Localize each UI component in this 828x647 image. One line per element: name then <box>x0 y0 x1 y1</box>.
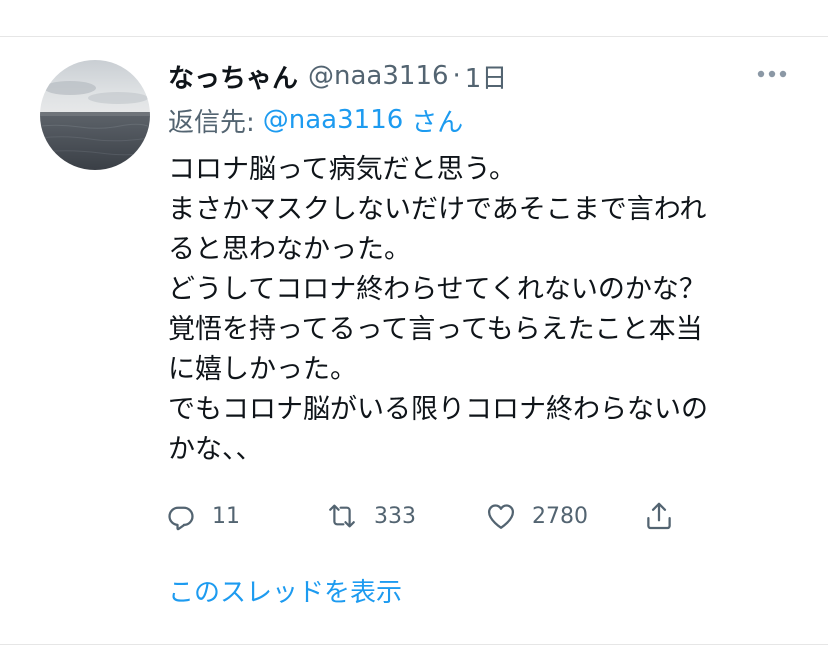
user-handle[interactable]: @naa3116 <box>308 61 449 91</box>
tweet-text-line: ると思わなかった。 <box>168 234 411 265</box>
bottom-divider <box>0 644 828 645</box>
tweet-text-line: どうしてコロナ終わらせてくれないのかな？ <box>168 274 706 305</box>
reply-prefix: 返信先: <box>168 107 255 138</box>
reply-suffix: さん <box>411 107 464 138</box>
tweet-header: なっちゃん @naa3116 · 1日 <box>168 56 507 96</box>
heart-icon <box>484 499 518 533</box>
avatar-image <box>40 60 150 170</box>
display-name[interactable]: なっちゃん <box>168 58 298 95</box>
tweet-text-line: に嬉しかった。 <box>168 354 357 385</box>
retweet-icon <box>324 499 360 533</box>
tweet-text-line: かな、、 <box>168 434 263 465</box>
reply-bubble-icon <box>164 499 198 533</box>
more-horizontal-icon[interactable] <box>752 62 792 86</box>
reply-button[interactable]: 11 <box>164 494 240 538</box>
reply-handle-link[interactable]: @naa3116 <box>263 105 404 135</box>
timestamp[interactable]: 1日 <box>465 58 508 95</box>
top-divider <box>0 36 828 37</box>
tweet-text-line: でもコロナ脳がいる限りコロナ終わらないの <box>168 394 708 425</box>
share-button[interactable] <box>642 494 676 538</box>
tweet-actions: 11 333 2780 <box>164 494 724 538</box>
show-thread-link[interactable]: このスレッドを表示 <box>168 572 402 609</box>
avatar[interactable] <box>40 60 150 170</box>
tweet-text: コロナ脳って病気だと思う。 まさかマスクしないだけであそこまで言われ ると思わな… <box>168 150 788 470</box>
retweet-button[interactable]: 333 <box>324 494 416 538</box>
tweet-text-line: 覚悟を持ってるって言ってもらえたこと本当 <box>168 314 703 345</box>
like-count: 2780 <box>532 503 588 529</box>
like-button[interactable]: 2780 <box>484 494 588 538</box>
replying-to: 返信先: @naa3116 さん <box>168 102 463 138</box>
share-icon <box>642 499 676 533</box>
tweet-text-line: コロナ脳って病気だと思う。 <box>168 154 517 185</box>
reply-count: 11 <box>212 503 240 529</box>
tweet-text-line: まさかマスクしないだけであそこまで言われ <box>168 194 707 225</box>
separator-dot: · <box>452 61 461 91</box>
retweet-count: 333 <box>374 503 416 529</box>
